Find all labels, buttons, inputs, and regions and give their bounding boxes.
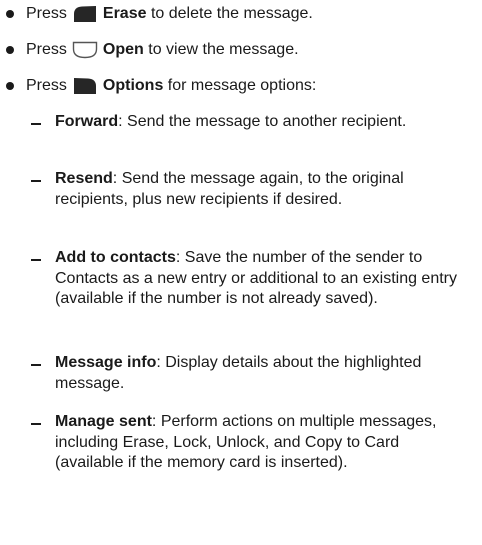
left-softkey-icon (72, 5, 98, 23)
dash-marker (31, 364, 41, 366)
options-label: Options (102, 77, 164, 94)
bullet-prefix: Press (26, 41, 67, 58)
dash-marker (31, 180, 41, 182)
dash-marker (31, 259, 41, 261)
right-softkey-icon (72, 77, 98, 95)
option-term: Manage sent (55, 413, 152, 430)
option-forward: Forward: Send the message to another rec… (31, 112, 471, 133)
option-text: Manage sent: Perform actions on multiple… (55, 412, 465, 474)
option-resend: Resend: Send the message again, to the o… (31, 169, 471, 210)
option-term: Resend (55, 170, 113, 187)
option-term: Add to contacts (55, 249, 176, 266)
option-manage-sent: Manage sent: Perform actions on multiple… (31, 412, 471, 474)
option-term: Forward (55, 113, 119, 130)
bullet-text: for message options: (167, 77, 317, 94)
dash-marker (31, 123, 41, 125)
bullet-prefix: Press (26, 77, 67, 94)
option-text: Add to contacts: Save the number of the … (55, 248, 460, 310)
bullet-dot (6, 10, 14, 18)
option-desc: : Send the message to another recipient. (118, 113, 407, 130)
option-text: Forward: Send the message to another rec… (55, 112, 471, 133)
bullet-erase: Press Erase to delete the message. (6, 4, 313, 24)
bullet-options: Press Options for message options: (6, 76, 316, 96)
center-select-key-icon (72, 41, 98, 59)
bullet-prefix: Press (26, 5, 67, 22)
option-add-to-contacts: Add to contacts: Save the number of the … (31, 248, 471, 310)
bullet-dot (6, 82, 14, 90)
bullet-text: to delete the message. (150, 5, 313, 22)
bullet-dot (6, 46, 14, 54)
option-text: Resend: Send the message again, to the o… (55, 169, 471, 210)
option-term: Message info (55, 354, 157, 371)
bullet-open: Press Open to view the message. (6, 40, 299, 60)
option-message-info: Message info: Display details about the … (31, 353, 471, 394)
dash-marker (31, 423, 41, 425)
open-label: Open (102, 41, 144, 58)
erase-label: Erase (102, 5, 147, 22)
manual-page: Press Erase to delete the message. Press… (0, 0, 482, 545)
bullet-text: to view the message. (148, 41, 299, 58)
option-text: Message info: Display details about the … (55, 353, 435, 394)
